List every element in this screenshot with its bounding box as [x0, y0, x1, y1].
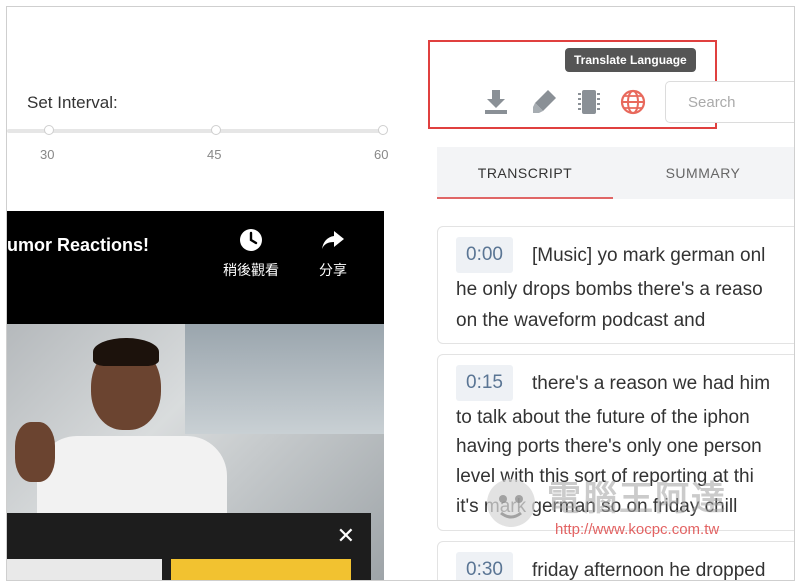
globe-icon[interactable]	[618, 87, 648, 117]
interval-tick-60: 60	[374, 147, 389, 162]
segment-text-line: on the waveform podcast and	[456, 310, 706, 331]
highlighter-icon[interactable]	[529, 87, 559, 117]
download-icon[interactable]	[481, 87, 511, 117]
presenter-hand	[15, 422, 55, 482]
watch-later-label: 稍後觀看	[223, 262, 279, 278]
translate-language-tooltip: Translate Language	[565, 48, 696, 72]
video-player[interactable]: umor Reactions! 稍後觀看 分享 ✕	[7, 211, 384, 580]
interval-slider-track[interactable]	[7, 129, 385, 133]
segment-timestamp[interactable]: 0:30	[456, 552, 513, 580]
share-label: 分享	[319, 262, 347, 278]
segment-text-line: it's mark german so on friday chill	[456, 496, 738, 517]
segment-text-line: having ports there's only one person	[456, 436, 762, 457]
segment-text-line: he only drops bombs there's a reaso	[456, 279, 763, 300]
segment-text-line: there's a reason we had him	[532, 373, 771, 394]
transcript-segment[interactable]: 0:00 [Music] yo mark german onl he only …	[437, 226, 794, 344]
suggested-video-thumbnail-1[interactable]	[7, 559, 162, 580]
app-frame: Set Interval: 30 45 60 umor Reactions! 稍…	[6, 6, 795, 581]
suggested-video-thumbnail-2[interactable]	[171, 559, 351, 580]
suggested-videos-popup: ✕	[7, 513, 371, 580]
search-input[interactable]	[665, 81, 794, 123]
tab-bar: TRANSCRIPT SUMMARY	[437, 147, 794, 199]
interval-slider-stop-60[interactable]	[378, 125, 388, 135]
segment-timestamp[interactable]: 0:00	[456, 237, 513, 273]
tab-summary[interactable]: SUMMARY	[613, 147, 793, 199]
background-window	[185, 324, 384, 434]
interval-slider-stop-45[interactable]	[211, 125, 221, 135]
interval-slider-stop-30[interactable]	[44, 125, 54, 135]
interval-tick-45: 45	[207, 147, 222, 162]
segment-text-line: friday afternoon he dropped	[532, 560, 766, 581]
clock-icon	[240, 229, 262, 251]
transcript-file-icon[interactable]	[574, 87, 604, 117]
tab-transcript[interactable]: TRANSCRIPT	[437, 147, 613, 199]
segment-text-line: level with this sort of reporting at thi	[456, 466, 754, 487]
presenter-hair	[93, 338, 159, 366]
segment-timestamp[interactable]: 0:15	[456, 365, 513, 401]
share-button[interactable]: 分享	[303, 227, 363, 280]
watch-later-button[interactable]: 稍後觀看	[221, 227, 281, 280]
share-arrow-icon	[322, 231, 344, 249]
segment-text-line: to talk about the future of the iphon	[456, 407, 750, 428]
interval-tick-30: 30	[40, 147, 55, 162]
transcript-segment[interactable]: 0:30 friday afternoon he dropped	[437, 541, 794, 581]
video-title: umor Reactions!	[7, 235, 150, 255]
transcript-segment[interactable]: 0:15 there's a reason we had him to talk…	[437, 354, 794, 531]
segment-text-line: [Music] yo mark german onl	[532, 245, 766, 266]
close-icon[interactable]: ✕	[337, 523, 355, 549]
tab-active-indicator	[437, 197, 613, 199]
set-interval-label: Set Interval:	[27, 93, 118, 112]
